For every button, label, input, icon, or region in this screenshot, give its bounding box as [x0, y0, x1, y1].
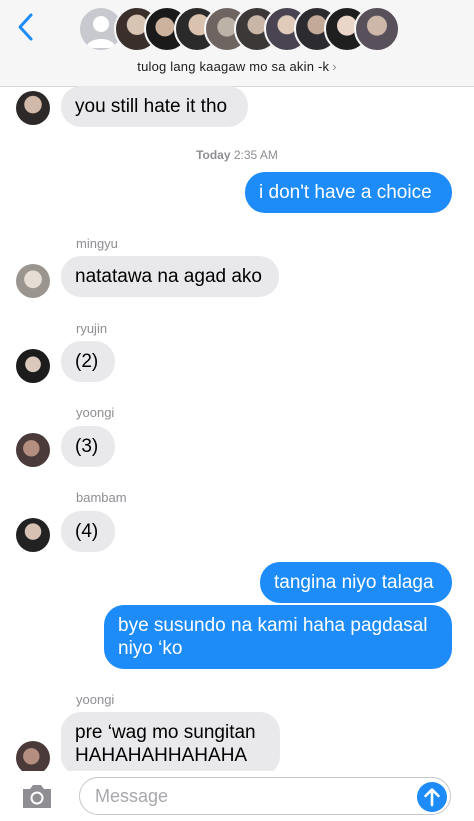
group-avatars[interactable] [78, 6, 400, 54]
sender-name: yoongi [76, 405, 115, 420]
avatar [16, 518, 50, 552]
avatar [16, 741, 50, 775]
message-bubble-incoming[interactable]: you still hate it tho [61, 86, 248, 127]
timestamp-day: Today [196, 148, 231, 162]
message-bubble-incoming[interactable]: natatawa na agad ako [61, 256, 279, 297]
message-bubble-incoming[interactable]: pre ‘wag mo sungitan HAHAHAHHAHAHA [61, 712, 280, 776]
timestamp: Today 2:35 AM [0, 148, 474, 162]
message-bubble-incoming[interactable]: (2) [61, 341, 115, 382]
conversation-header: tulog lang kaagaw mo sa akin -k › [0, 0, 474, 87]
message-bubble-outgoing[interactable]: i don't have a choice [245, 172, 452, 213]
chevron-left-icon[interactable] [14, 12, 38, 42]
avatar [16, 264, 50, 298]
avatar [16, 349, 50, 383]
group-name-label: tulog lang kaagaw mo sa akin -k [137, 59, 330, 74]
message-input-placeholder: Message [95, 786, 169, 806]
send-button[interactable] [417, 782, 447, 812]
group-name[interactable]: tulog lang kaagaw mo sa akin -k › [0, 59, 474, 74]
sender-name: ryujin [76, 321, 108, 336]
avatar [16, 433, 50, 467]
message-bubble-outgoing[interactable]: bye susundo na kami haha pagdasal niyo ‘… [104, 605, 452, 669]
chevron-right-icon: › [332, 59, 337, 74]
arrow-up-icon [424, 788, 440, 807]
timestamp-time: 2:35 AM [233, 148, 278, 162]
message-bubble-incoming[interactable]: (4) [61, 511, 115, 552]
sender-name: yoongi [76, 692, 115, 707]
sender-name: mingyu [76, 236, 118, 251]
avatar [16, 91, 50, 125]
avatar [354, 6, 400, 52]
sender-name: bambam [76, 490, 127, 505]
camera-icon[interactable] [20, 782, 54, 810]
message-bubble-incoming[interactable]: (3) [61, 426, 115, 467]
message-bubble-outgoing[interactable]: tangina niyo talaga [260, 562, 452, 603]
